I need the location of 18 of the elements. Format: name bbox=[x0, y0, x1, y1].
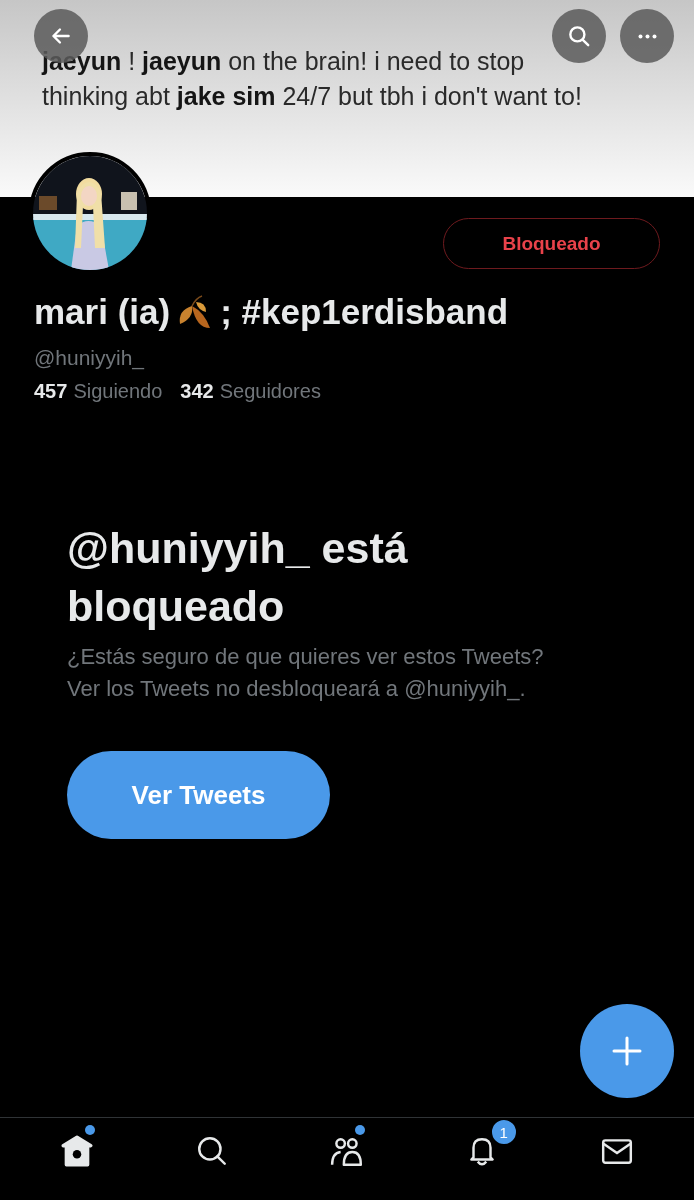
plus-icon bbox=[612, 1036, 642, 1066]
blocked-button[interactable]: Bloqueado bbox=[443, 218, 660, 269]
banner-text: jaeyun ! jaeyun on the brain! i need to stop bbox=[42, 46, 525, 77]
stat-label[interactable]: Seguidores bbox=[219, 380, 321, 403]
banner-text: thinking abt jake sim 24/7 but tbh i don't want to! bbox=[42, 81, 582, 112]
blocked-description: ¿Estás seguro de que quieres ver estos Tweets? Ver los Tweets no desbloqueará a @huniyyih_. bbox=[67, 643, 545, 703]
stat-count: 342 bbox=[180, 380, 214, 403]
stat-label[interactable]: Siguiendo bbox=[73, 380, 163, 403]
search-button[interactable] bbox=[552, 9, 606, 63]
blocked-heading: @huniyyih_ está bloqueado bbox=[67, 523, 409, 632]
display-name: ; #kep1erdisband bbox=[220, 292, 509, 332]
display-name: mari (ia) bbox=[34, 292, 171, 332]
more-button[interactable] bbox=[620, 9, 674, 63]
username: @huniyyih_ bbox=[34, 346, 146, 370]
view-tweets-button[interactable]: Ver Tweets bbox=[67, 751, 330, 839]
search-icon bbox=[566, 23, 592, 49]
stat-count: 457 bbox=[34, 380, 68, 403]
notification-badge: 1 bbox=[489, 1118, 518, 1146]
